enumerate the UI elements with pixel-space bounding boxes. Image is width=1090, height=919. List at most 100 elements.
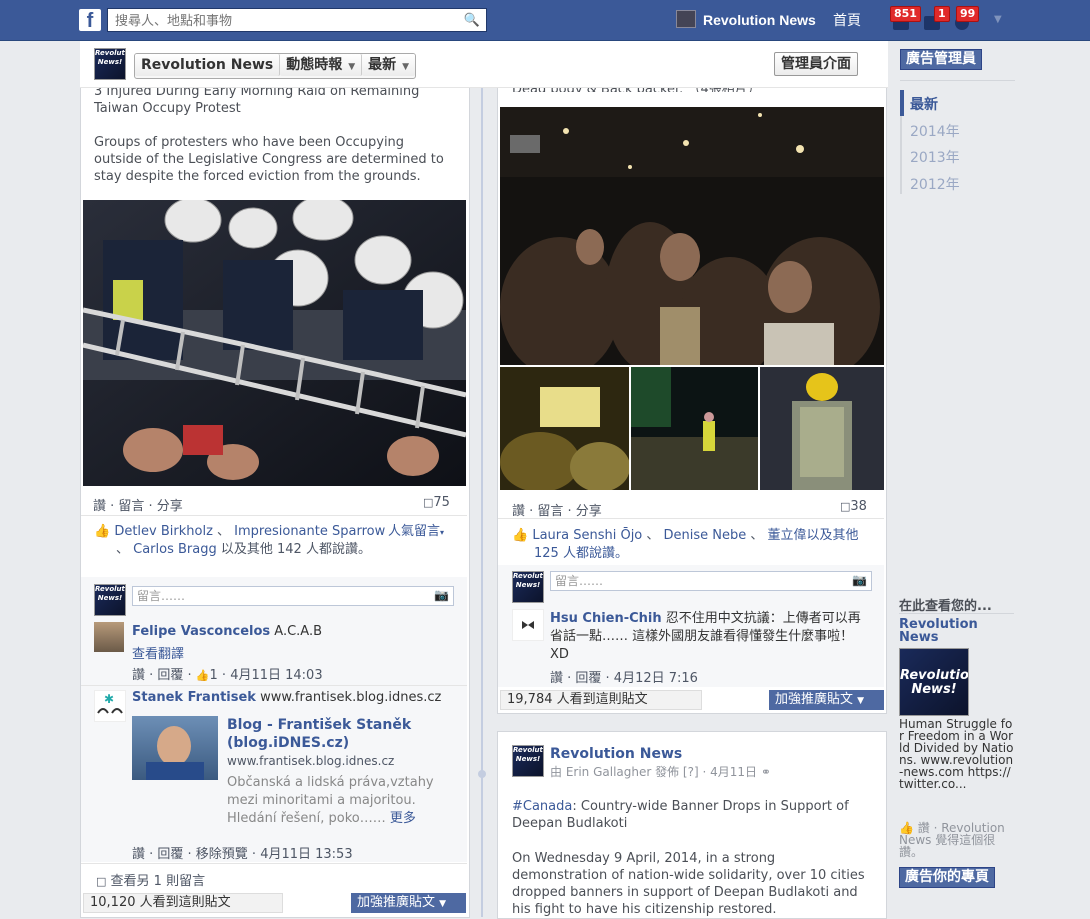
left-post-title: 3 Injured During Early Morning Raid on R… — [94, 84, 420, 116]
camera-icon[interactable]: 📷 — [852, 573, 867, 587]
post-page-name[interactable]: Revolution News — [550, 746, 682, 762]
like-thumb-icon: 👍 — [512, 528, 529, 543]
sidebar-page-description: Human Struggle for Freedom in a World Di… — [899, 717, 1014, 791]
year-item-latest[interactable]: 最新 — [910, 94, 938, 114]
avatar[interactable] — [94, 622, 124, 652]
notifications-badge: 99 — [956, 6, 980, 22]
ads-manager-button[interactable]: 廣告管理員 — [900, 49, 982, 70]
right-comment-input[interactable]: 留言…… — [550, 571, 872, 591]
sort-dropdown[interactable]: 最新 ▼ — [362, 54, 416, 76]
divider — [81, 515, 467, 516]
year-item-2013[interactable]: 2013年 — [910, 147, 960, 167]
right-post-thumb-1[interactable] — [500, 367, 629, 490]
commenter-name[interactable]: Stanek Frantisek — [132, 690, 256, 705]
timeline-divider — [481, 41, 483, 917]
link-preview-description: Občanská a lidská práva,vztahy mezi mino… — [227, 775, 434, 826]
right-post-comment-count: □38 — [840, 499, 867, 514]
right-comment-actions[interactable]: 讚 · 回覆 · 4月12日 7:16 — [550, 667, 698, 686]
home-link[interactable]: 首頁 — [833, 10, 861, 30]
see-translation-link[interactable]: 查看翻譯 — [132, 643, 184, 662]
like-name-2[interactable]: Impresionante Sparrow — [234, 524, 385, 539]
page-shortcut-label: Revolution News — [703, 12, 816, 28]
year-item-2014[interactable]: 2014年 — [910, 121, 960, 141]
left-post-actions[interactable]: 讚 · 留言 · 分享 — [93, 495, 183, 514]
left-post-body: Groups of protesters who have been Occup… — [94, 135, 444, 184]
commenter-name[interactable]: Hsu Chien-Chih — [550, 611, 662, 626]
like-name-2[interactable]: Denise Nebe — [664, 528, 747, 543]
comment-bubble-icon: □ — [96, 875, 107, 888]
hashtag-link[interactable]: #Canada — [512, 799, 572, 814]
comment-text: www.frantisek.blog.idnes.cz — [260, 690, 442, 705]
chevron-down-icon: ▼ — [348, 62, 356, 72]
comment-bubble-icon: □ — [423, 496, 434, 509]
chevron-down-icon: ▼ — [402, 62, 410, 72]
active-year-marker — [900, 90, 904, 116]
search-box[interactable]: 🔍 — [107, 8, 487, 32]
commenter-name[interactable]: Felipe Vasconcelos — [132, 624, 270, 639]
divider — [81, 863, 467, 864]
like-name-1[interactable]: Detlev Birkholz — [114, 524, 213, 539]
search-input[interactable] — [113, 10, 457, 32]
likes-suffix[interactable]: 125 人都說讚。 — [534, 546, 628, 561]
messages-badge: 1 — [934, 6, 950, 22]
page-header-bar: Revolution News! Revolution News 動態時報▼ 最… — [80, 41, 888, 88]
facebook-logo-icon[interactable]: f — [79, 9, 101, 32]
link-preview[interactable]: Blog - František Staněk (blog.iDNES.cz) … — [227, 716, 457, 828]
like-name-3[interactable]: Carlos Bragg — [133, 542, 217, 557]
popular-comments-dropdown[interactable]: 人氣留言▾ — [388, 523, 444, 542]
left-boost-post-button[interactable]: 加強推廣貼文 ▼ — [351, 893, 466, 913]
likes-suffix: 以及其他 142 人都說讚。 — [220, 542, 371, 557]
police-raid-photo-illustration — [83, 200, 466, 486]
comment-bubble-icon: □ — [840, 500, 851, 513]
commenter-page-avatar: Revolution News! — [94, 584, 126, 616]
comment-2: Stanek Frantisek www.frantisek.blog.idne… — [132, 690, 441, 705]
year-item-2012[interactable]: 2012年 — [910, 174, 960, 194]
settings-chevron-down-icon[interactable]: ▼ — [994, 14, 1002, 25]
right-post-actions[interactable]: 讚 · 留言 · 分享 — [512, 500, 602, 519]
search-icon[interactable]: 🔍 — [464, 13, 480, 28]
sidebar-page-name[interactable]: Revolution News — [899, 618, 1014, 644]
page-avatar[interactable]: Revolution News! — [512, 745, 544, 777]
night-crowd-photo-illustration — [500, 107, 884, 365]
right-post-main-photo[interactable] — [500, 107, 884, 365]
sidebar-page-logo[interactable]: Revolution News! — [899, 648, 969, 716]
page-logo[interactable]: Revolution News! — [94, 48, 126, 80]
friend-requests-badge: 851 — [890, 6, 921, 22]
left-post-likes: 👍 Detlev Birkholz 、 Impresionante Sparro… — [94, 523, 445, 557]
comment-2-actions[interactable]: 讚 · 回覆 · 移除預覽 · 4月11日 13:53 — [132, 843, 353, 862]
see-more-link[interactable]: 更多 — [390, 811, 416, 826]
timeline-dropdown[interactable]: 動態時報 ▼ — [280, 54, 363, 76]
page-shortcut-link[interactable]: Revolution News — [676, 10, 816, 28]
page-name-button[interactable]: Revolution News — [135, 54, 281, 76]
left-comment-input[interactable]: 留言…… — [132, 586, 454, 606]
camera-icon[interactable]: 📷 — [434, 588, 449, 602]
timeline-dot — [478, 770, 486, 778]
see-more-comments-link[interactable]: □ 查看另 1 則留言 — [96, 870, 205, 889]
right-post-reach: 19,784 人看到這則貼文 — [500, 690, 702, 710]
avatar[interactable] — [512, 609, 544, 641]
top-navigation-bar: f 🔍 Revolution News 首頁 851 1 99 ▼ — [0, 0, 1090, 41]
divider — [498, 518, 884, 519]
admin-panel-button[interactable]: 管理員介面 — [774, 52, 858, 76]
right-boost-post-button[interactable]: 加強推廣貼文 ▼ — [769, 690, 884, 710]
divider — [81, 685, 467, 686]
sidebar-like-line: 👍 讚 · Revolution News 覺得這個很讚。 — [899, 821, 1005, 859]
link-preview-thumbnail[interactable] — [132, 716, 218, 780]
avatar[interactable]: ✱ — [94, 690, 126, 722]
comment-text: A.C.A.B — [274, 624, 323, 639]
right-comment: Hsu Chien-Chih 忍不住用中文抗議：上傳者可以再省話一點…… 這樣外… — [550, 610, 870, 664]
link-preview-url: www.frantisek.blog.idnes.cz — [227, 754, 395, 768]
left-post-photo[interactable] — [83, 200, 466, 486]
post-body: On Wednesday 9 April, 2014, in a strong … — [512, 851, 865, 917]
like-name-3[interactable]: 董立偉以及其他 — [768, 528, 859, 543]
see-your-page-heading: 在此查看您的... — [899, 599, 992, 614]
right-post-thumb-2[interactable] — [631, 367, 758, 490]
comment-count-value: 38 — [850, 499, 867, 514]
page-thumbnail-icon — [676, 10, 696, 28]
link-preview-title[interactable]: Blog - František Staněk (blog.iDNES.cz) — [227, 716, 457, 752]
comment-1-actions[interactable]: 讚 · 回覆 · 👍1 · 4月11日 14:03 — [132, 664, 323, 683]
like-thumb-icon: 👍 — [94, 524, 111, 539]
promote-page-button[interactable]: 廣告你的專頁 — [899, 867, 995, 888]
like-name-1[interactable]: Laura Senshi Ōjo — [532, 528, 642, 543]
right-post-thumb-3[interactable] — [760, 367, 884, 490]
